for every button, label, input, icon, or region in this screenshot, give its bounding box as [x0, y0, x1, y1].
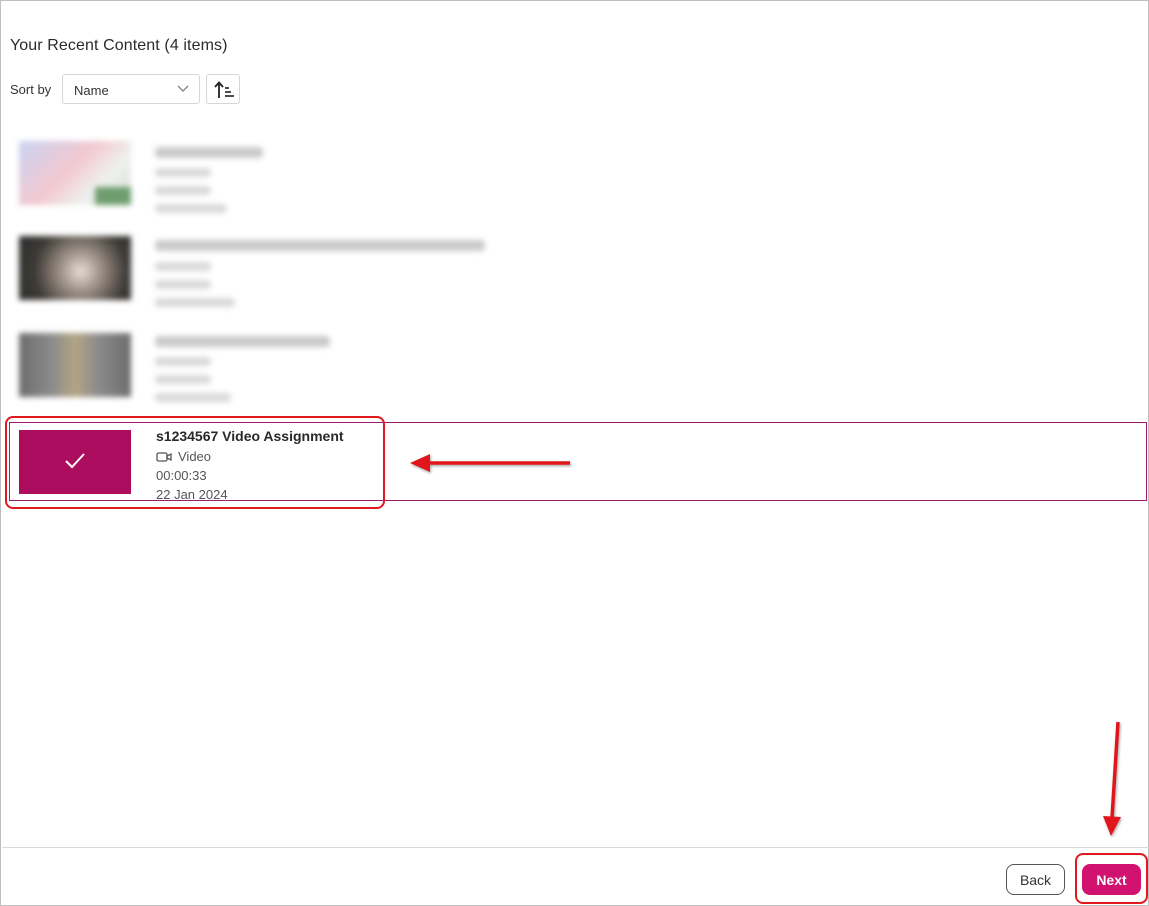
content-thumbnail — [19, 141, 131, 205]
chevron-down-icon — [177, 85, 189, 92]
page-title: Your Recent Content (4 items) — [10, 37, 228, 54]
annotation-highlight-box — [5, 416, 385, 509]
sort-select[interactable]: Name — [62, 74, 200, 104]
annotation-highlight-box — [1075, 853, 1148, 904]
footer-divider — [2, 847, 1149, 848]
content-list-item[interactable] — [9, 138, 1147, 216]
sort-ascending-icon — [214, 81, 234, 98]
content-list-item[interactable] — [9, 327, 1147, 405]
sort-order-button[interactable] — [206, 74, 240, 104]
content-thumbnail — [19, 236, 131, 300]
sort-select-value: Name — [74, 83, 109, 98]
back-button[interactable]: Back — [1006, 864, 1065, 895]
sort-label: Sort by — [10, 82, 52, 97]
content-thumbnail — [19, 333, 131, 397]
content-list-item[interactable] — [9, 232, 1147, 310]
